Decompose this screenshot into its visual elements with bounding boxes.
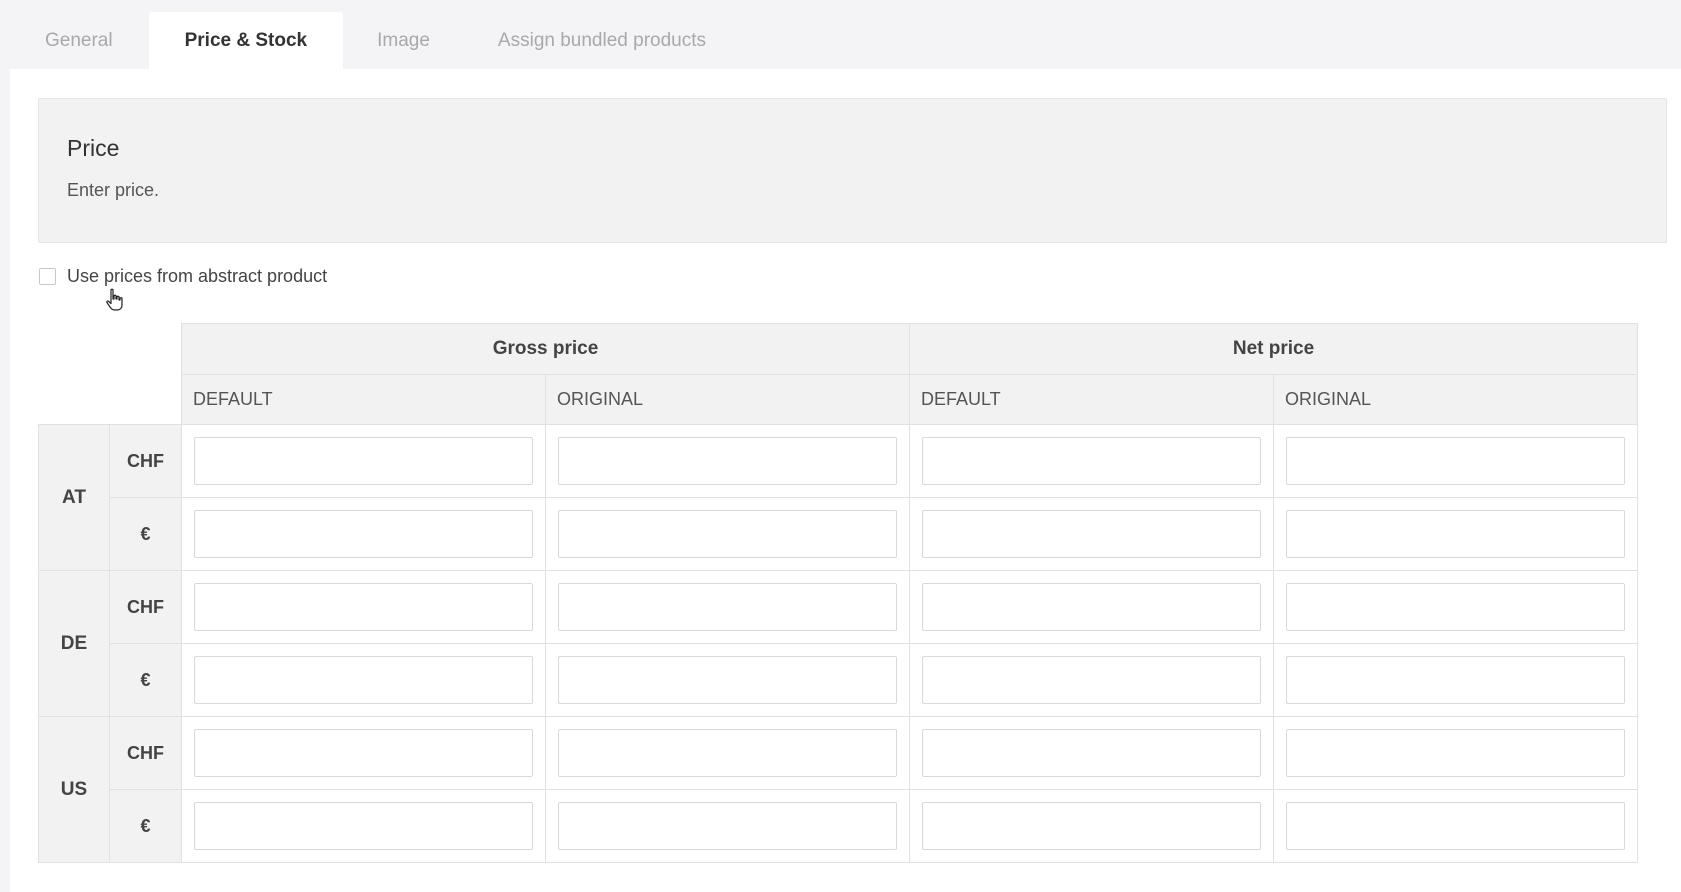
currency-label: CHF — [109, 570, 182, 644]
currency-label: CHF — [109, 716, 182, 790]
de-chf-gross-original-input[interactable] — [558, 583, 897, 631]
us-eur-net-default-input[interactable] — [922, 802, 1261, 850]
us-chf-net-default-input[interactable] — [922, 729, 1261, 777]
tab-assign-bundled-products[interactable]: Assign bundled products — [464, 12, 740, 69]
table-corner — [38, 323, 182, 425]
table-row: € — [39, 643, 1638, 717]
price-cell — [909, 716, 1274, 790]
price-cell — [181, 716, 546, 790]
country-label-us: US — [38, 716, 110, 863]
price-cell — [545, 716, 910, 790]
country-label-de: DE — [38, 570, 110, 717]
table-row: US CHF — [38, 716, 1638, 863]
at-eur-gross-default-input[interactable] — [194, 510, 533, 558]
us-chf-net-original-input[interactable] — [1286, 729, 1625, 777]
price-cell — [545, 789, 910, 863]
at-chf-net-original-input[interactable] — [1286, 437, 1625, 485]
us-chf-gross-default-input[interactable] — [194, 729, 533, 777]
price-cell — [545, 497, 910, 571]
table-row: € — [39, 497, 1638, 571]
table-row: € — [39, 789, 1638, 863]
use-abstract-prices-label[interactable]: Use prices from abstract product — [67, 266, 327, 287]
price-cell — [181, 497, 546, 571]
use-abstract-prices-row: Use prices from abstract product — [38, 266, 327, 287]
tab-bar: General Price & Stock Image Assign bundl… — [10, 12, 740, 69]
de-eur-net-original-input[interactable] — [1286, 656, 1625, 704]
de-eur-gross-original-input[interactable] — [558, 656, 897, 704]
price-cell — [545, 643, 910, 717]
price-cell — [545, 424, 910, 498]
at-eur-gross-original-input[interactable] — [558, 510, 897, 558]
tab-price-stock[interactable]: Price & Stock — [148, 12, 344, 69]
de-chf-net-default-input[interactable] — [922, 583, 1261, 631]
us-eur-net-original-input[interactable] — [1286, 802, 1625, 850]
price-section-description: Enter price. — [67, 180, 160, 200]
price-cell — [1273, 497, 1638, 571]
price-cell — [1273, 789, 1638, 863]
price-section-title: Price — [67, 135, 120, 161]
price-cell — [1273, 643, 1638, 717]
price-cell — [181, 424, 546, 498]
us-chf-gross-original-input[interactable] — [558, 729, 897, 777]
price-info-box: Price Enter price. — [38, 98, 1667, 243]
tab-image[interactable]: Image — [343, 12, 464, 69]
price-table: Gross price Net price DEFAULT ORIGINAL D… — [38, 323, 1638, 863]
at-chf-net-default-input[interactable] — [922, 437, 1261, 485]
price-cell — [909, 497, 1274, 571]
at-eur-net-default-input[interactable] — [922, 510, 1261, 558]
net-original-header: ORIGINAL — [1273, 374, 1638, 425]
price-cell — [909, 643, 1274, 717]
at-eur-net-original-input[interactable] — [1286, 510, 1625, 558]
price-cell — [181, 570, 546, 644]
de-chf-net-original-input[interactable] — [1286, 583, 1625, 631]
gross-original-header: ORIGINAL — [545, 374, 910, 425]
hand-pointer-icon — [106, 288, 123, 311]
us-eur-gross-original-input[interactable] — [558, 802, 897, 850]
net-price-header: Net price — [909, 323, 1638, 375]
de-eur-net-default-input[interactable] — [922, 656, 1261, 704]
price-cell — [1273, 570, 1638, 644]
currency-label: € — [109, 497, 182, 571]
use-abstract-prices-checkbox[interactable] — [39, 268, 56, 285]
price-cell — [181, 643, 546, 717]
table-row: DE CHF — [38, 570, 1638, 717]
price-cell — [1273, 716, 1638, 790]
price-cell — [909, 424, 1274, 498]
gross-default-header: DEFAULT — [181, 374, 546, 425]
currency-label: € — [109, 789, 182, 863]
at-chf-gross-original-input[interactable] — [558, 437, 897, 485]
at-chf-gross-default-input[interactable] — [194, 437, 533, 485]
price-cell — [1273, 424, 1638, 498]
de-eur-gross-default-input[interactable] — [194, 656, 533, 704]
tab-panel: Price Enter price. Use prices from abstr… — [10, 69, 1681, 892]
currency-label: CHF — [109, 424, 182, 498]
us-eur-gross-default-input[interactable] — [194, 802, 533, 850]
gross-price-header: Gross price — [181, 323, 910, 375]
table-row: AT CHF — [38, 424, 1638, 571]
price-cell — [545, 570, 910, 644]
currency-label: € — [109, 643, 182, 717]
country-label-at: AT — [38, 424, 110, 571]
price-cell — [181, 789, 546, 863]
price-cell — [909, 789, 1274, 863]
tab-general[interactable]: General — [10, 12, 149, 69]
price-cell — [909, 570, 1274, 644]
net-default-header: DEFAULT — [909, 374, 1274, 425]
de-chf-gross-default-input[interactable] — [194, 583, 533, 631]
